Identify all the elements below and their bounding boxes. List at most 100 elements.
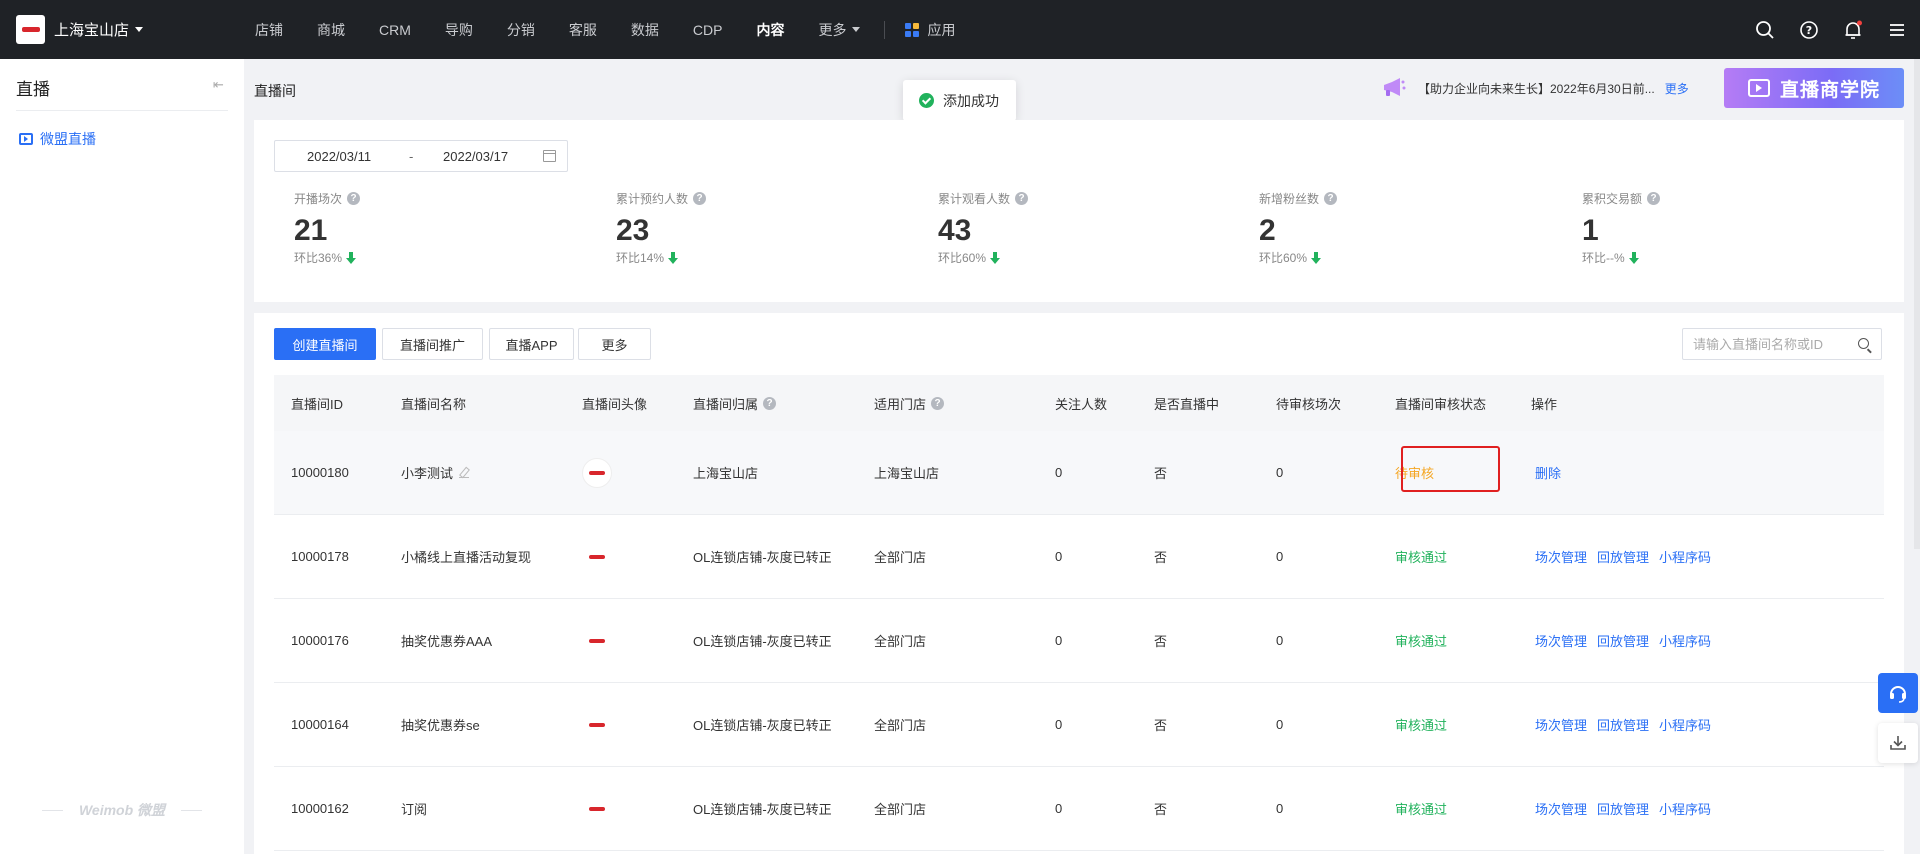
sidebar-title: 直播 <box>16 80 50 99</box>
nav-item-more[interactable]: 更多 <box>818 20 861 40</box>
mini-program-code-link[interactable]: 小程序码 <box>1659 631 1711 650</box>
more-button[interactable]: 更多 <box>578 328 651 360</box>
session-manage-link[interactable]: 场次管理 <box>1535 547 1587 566</box>
collapse-sidebar-icon[interactable]: ⇤ <box>213 77 224 93</box>
main-nav: 店铺 商城 CRM 导购 分销 客服 数据 CDP 内容 更多 应用 <box>255 0 955 59</box>
sidebar: 直播 ⇤ 微盟直播 Weimob 微盟 <box>0 59 244 854</box>
nav-item-distribution[interactable]: 分销 <box>507 20 535 40</box>
status-badge: 审核通过 <box>1395 802 1448 817</box>
row-actions: 场次管理 回放管理 小程序码 <box>1535 799 1721 818</box>
search-icon[interactable] <box>1754 19 1776 41</box>
delete-link[interactable]: 删除 <box>1535 463 1561 482</box>
replay-manage-link[interactable]: 回放管理 <box>1597 799 1649 818</box>
question-icon[interactable]: ? <box>347 192 361 205</box>
mini-program-code-link[interactable]: 小程序码 <box>1659 715 1711 734</box>
stat-compare: 环比14% <box>616 251 665 265</box>
room-id: 10000162 <box>291 801 349 816</box>
question-icon[interactable]: ? <box>693 192 707 205</box>
stat-compare: 环比60% <box>938 251 987 265</box>
table-row: 10000176 抽奖优惠券AAA OL连锁店铺-灰度已转正 全部门店 0 否 … <box>274 599 1884 683</box>
session-manage-link[interactable]: 场次管理 <box>1535 631 1587 650</box>
customer-service-button[interactable] <box>1878 673 1918 713</box>
room-name: 抽奖优惠券AAA <box>401 634 493 649</box>
nav-item-content[interactable]: 内容 <box>756 20 784 40</box>
question-icon[interactable]: ? <box>1647 192 1661 205</box>
nav-item-mall[interactable]: 商城 <box>317 20 345 40</box>
room-store: 全部门店 <box>874 634 927 649</box>
promote-live-room-button[interactable]: 直播间推广 <box>382 328 483 360</box>
date-end[interactable]: 2022/03/17 <box>443 149 508 164</box>
sidebar-item-weimob-live[interactable]: 微盟直播 <box>19 129 96 149</box>
help-icon[interactable]: ? <box>1798 19 1820 41</box>
room-store: 全部门店 <box>874 802 927 817</box>
nav-item-guide[interactable]: 导购 <box>445 20 473 40</box>
room-pending-sessions: 0 <box>1276 717 1284 732</box>
mini-program-code-link[interactable]: 小程序码 <box>1659 799 1711 818</box>
banner-text: 直播商学院 <box>1780 79 1881 101</box>
room-name: 订阅 <box>401 802 428 817</box>
search-input[interactable] <box>1693 336 1853 352</box>
edit-icon[interactable] <box>459 468 470 478</box>
mini-program-code-link[interactable]: 小程序码 <box>1659 547 1711 566</box>
nav-item-data[interactable]: 数据 <box>631 20 659 40</box>
live-academy-banner[interactable]: 直播商学院 <box>1724 68 1904 108</box>
room-is-live: 否 <box>1154 466 1168 481</box>
column-header-label: 适用门店 <box>874 396 927 412</box>
question-icon[interactable]: ? <box>763 396 777 410</box>
status-badge: 审核通过 <box>1395 718 1448 733</box>
stat-label: 开播场次 <box>294 192 343 206</box>
live-room-table: 直播间ID 直播间名称 直播间头像 直播间归属? 适用门店? 关注人数 是否直播… <box>274 375 1884 851</box>
nav-item-service[interactable]: 客服 <box>569 20 597 40</box>
nav-item-crm[interactable]: CRM <box>379 22 411 38</box>
replay-manage-link[interactable]: 回放管理 <box>1597 715 1649 734</box>
table-row: 10000164 抽奖优惠券se OL连锁店铺-灰度已转正 全部门店 0 否 0… <box>274 683 1884 767</box>
announcement-more-link[interactable]: 更多 <box>1665 80 1689 97</box>
top-nav-bar: 上海宝山店 店铺 商城 CRM 导购 分销 客服 数据 CDP 内容 更多 应用… <box>0 0 1920 59</box>
bell-icon[interactable] <box>1842 19 1864 41</box>
create-live-room-button[interactable]: 创建直播间 <box>274 328 376 360</box>
stat-label: 新增粉丝数 <box>1259 192 1320 206</box>
announcement-text[interactable]: 【助力企业向未来生长】2022年6月30日前... <box>1418 80 1655 97</box>
session-manage-link[interactable]: 场次管理 <box>1535 799 1587 818</box>
download-button[interactable] <box>1878 723 1918 763</box>
column-header-label: 直播间归属 <box>693 396 759 412</box>
session-manage-link[interactable]: 场次管理 <box>1535 715 1587 734</box>
room-avatar <box>582 794 612 824</box>
question-icon[interactable]: ? <box>1324 192 1338 205</box>
room-fans: 0 <box>1055 717 1063 732</box>
room-is-live: 否 <box>1154 550 1168 565</box>
nav-item-shop[interactable]: 店铺 <box>255 20 283 40</box>
nav-item-apps[interactable]: 应用 <box>905 20 955 40</box>
room-store: 全部门店 <box>874 550 927 565</box>
store-switcher[interactable]: 上海宝山店 <box>0 15 230 44</box>
stat-new-fans: 新增粉丝数? 2 环比60% <box>1259 190 1338 266</box>
store-logo <box>16 15 45 44</box>
date-range-picker[interactable]: 2022/03/11 - 2022/03/17 <box>274 140 568 172</box>
row-actions: 场次管理 回放管理 小程序码 <box>1535 547 1721 566</box>
row-actions: 删除 <box>1535 463 1571 482</box>
stat-live-sessions: 开播场次? 21 环比36% <box>294 190 361 266</box>
replay-manage-link[interactable]: 回放管理 <box>1597 631 1649 650</box>
replay-manage-link[interactable]: 回放管理 <box>1597 547 1649 566</box>
page-scrollbar[interactable] <box>1914 59 1920 549</box>
room-name-text: 小李测试 <box>401 466 454 481</box>
stat-label: 累计预约人数 <box>616 192 689 206</box>
live-room-list: 创建直播间 直播间推广 直播APP 更多 直播间ID 直播间名称 直播间头像 直… <box>254 313 1904 854</box>
nav-item-cdp[interactable]: CDP <box>693 22 723 38</box>
brand-watermark: Weimob 微盟 <box>34 800 210 820</box>
column-header: 直播间名称 <box>401 396 467 412</box>
svg-text:?: ? <box>1806 24 1812 37</box>
menu-icon[interactable] <box>1886 19 1908 41</box>
stat-transaction-amount: 累积交易额? 1 环比--% <box>1582 190 1661 266</box>
search-icon[interactable] <box>1858 338 1869 349</box>
avatar <box>582 542 612 572</box>
room-is-live: 否 <box>1154 718 1168 733</box>
live-app-button[interactable]: 直播APP <box>489 328 574 360</box>
room-owner: 上海宝山店 <box>693 466 759 481</box>
row-actions: 场次管理 回放管理 小程序码 <box>1535 631 1721 650</box>
date-start[interactable]: 2022/03/11 <box>307 149 371 164</box>
brand-text: Weimob 微盟 <box>78 802 166 818</box>
question-icon[interactable]: ? <box>931 396 945 410</box>
page-title: 直播间 <box>254 83 296 99</box>
question-icon[interactable]: ? <box>1015 192 1029 205</box>
